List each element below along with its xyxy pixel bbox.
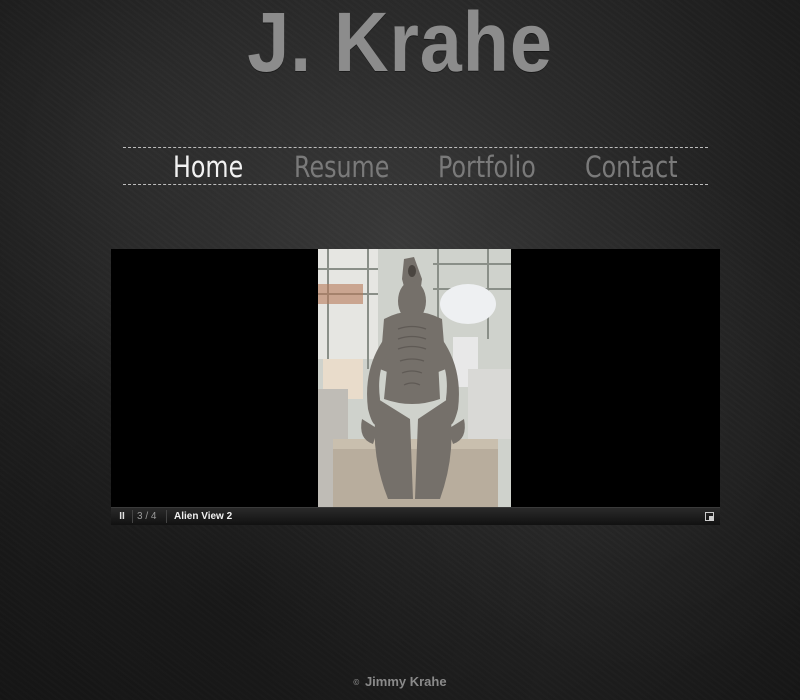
pause-button[interactable]: II xyxy=(115,508,129,525)
nav-item-contact[interactable]: Contact xyxy=(585,148,678,186)
nav-item-home[interactable]: Home xyxy=(173,148,243,186)
divider xyxy=(166,510,167,523)
site-title: J. Krahe xyxy=(247,0,553,89)
slideshow-controls: II 3 / 4 Alien View 2 xyxy=(111,507,720,525)
slide-image[interactable] xyxy=(318,249,511,507)
main-nav: Home Resume Portfolio Contact xyxy=(123,147,708,185)
divider xyxy=(132,510,133,523)
alien-sculpture-photo xyxy=(318,249,511,507)
footer: © Jimmy Krahe xyxy=(0,674,800,689)
footer-name: Jimmy Krahe xyxy=(364,674,447,689)
nav-item-resume[interactable]: Resume xyxy=(294,148,389,186)
slide-counter: 3 / 4 xyxy=(137,511,157,522)
slideshow[interactable]: II 3 / 4 Alien View 2 xyxy=(111,249,720,525)
fullscreen-icon[interactable] xyxy=(705,512,714,521)
slide-caption: Alien View 2 xyxy=(174,511,233,522)
copyright-symbol: © xyxy=(353,678,360,688)
nav-item-portfolio[interactable]: Portfolio xyxy=(438,148,536,186)
